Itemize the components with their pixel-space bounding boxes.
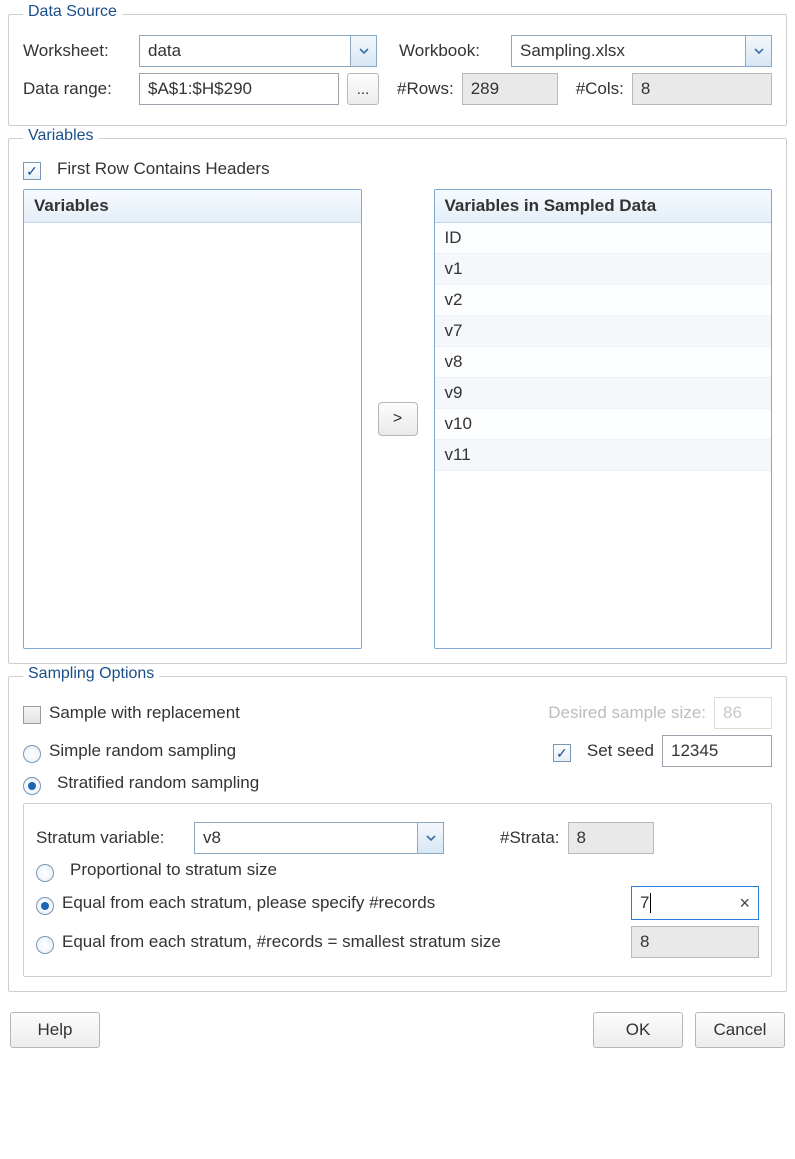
equal-specify-label: Equal from each stratum, please specify … <box>62 893 435 913</box>
set-seed-label: Set seed <box>587 741 654 761</box>
list-item[interactable]: v9 <box>435 378 772 409</box>
desired-size-input: 86 <box>714 697 772 729</box>
stratified-radio[interactable] <box>23 777 41 795</box>
workbook-combo[interactable]: Sampling.xlsx <box>511 35 772 67</box>
replacement-label: Sample with replacement <box>49 703 240 723</box>
chevron-down-icon[interactable] <box>745 36 771 66</box>
cols-display: 8 <box>632 73 772 105</box>
worksheet-value: data <box>140 36 350 66</box>
equal-smallest-value: 8 <box>640 932 649 952</box>
rows-display: 289 <box>462 73 558 105</box>
cols-value: 8 <box>641 79 650 99</box>
headers-checkbox[interactable]: ✓ <box>23 162 41 180</box>
proportional-radio[interactable] <box>36 864 54 882</box>
data-source-group: Data Source Worksheet: data Workbook: Sa… <box>8 14 787 126</box>
variables-list[interactable]: Variables <box>23 189 362 649</box>
headers-checkbox-label: First Row Contains Headers <box>57 159 270 179</box>
footer: Help OK Cancel <box>6 1004 789 1052</box>
equal-specify-radio[interactable] <box>36 897 54 915</box>
equal-smallest-radio[interactable] <box>36 936 54 954</box>
rows-label: #Rows: <box>397 79 454 99</box>
list-item[interactable]: v8 <box>435 347 772 378</box>
seed-input[interactable]: 12345 <box>662 735 772 767</box>
stratum-var-combo[interactable]: v8 <box>194 822 444 854</box>
cols-label: #Cols: <box>576 79 624 99</box>
num-strata-label: #Strata: <box>500 828 560 848</box>
sampled-variables-body[interactable]: IDv1v2v7v8v9v10v11 <box>435 223 772 648</box>
replacement-checkbox[interactable] <box>23 706 41 724</box>
num-strata-value: 8 <box>577 828 586 848</box>
variables-list-body[interactable] <box>24 223 361 648</box>
seed-value: 12345 <box>671 741 718 761</box>
simple-random-label: Simple random sampling <box>49 741 236 761</box>
equal-specify-value: 7 <box>640 893 649 912</box>
list-item[interactable]: ID <box>435 223 772 254</box>
browse-range-button[interactable]: ... <box>347 73 379 105</box>
stratified-label: Stratified random sampling <box>57 773 259 793</box>
chevron-down-icon[interactable] <box>350 36 376 66</box>
equal-specify-input[interactable]: 7 × <box>631 886 759 920</box>
check-icon: ✓ <box>556 746 568 760</box>
stratified-panel: Stratum variable: v8 #Strata: 8 Proporti… <box>23 803 772 977</box>
variables-group: Variables ✓ First Row Contains Headers V… <box>8 138 787 664</box>
radio-dot-icon <box>28 782 36 790</box>
move-right-button[interactable]: > <box>378 402 418 436</box>
clear-icon[interactable]: × <box>739 893 750 914</box>
data-range-input[interactable]: $A$1:$H$290 <box>139 73 339 105</box>
stratum-var-label: Stratum variable: <box>36 828 186 848</box>
list-item[interactable]: v1 <box>435 254 772 285</box>
variables-list-header: Variables <box>24 190 361 223</box>
proportional-label: Proportional to stratum size <box>70 860 277 880</box>
num-strata-display: 8 <box>568 822 654 854</box>
help-button[interactable]: Help <box>10 1012 100 1048</box>
sampling-options-group: Sampling Options Sample with replacement… <box>8 676 787 992</box>
worksheet-label: Worksheet: <box>23 41 131 61</box>
sampled-variables-list[interactable]: Variables in Sampled Data IDv1v2v7v8v9v1… <box>434 189 773 649</box>
list-item[interactable]: v10 <box>435 409 772 440</box>
ok-button[interactable]: OK <box>593 1012 683 1048</box>
data-range-label: Data range: <box>23 79 131 99</box>
list-item[interactable]: v2 <box>435 285 772 316</box>
variables-title: Variables <box>23 127 99 145</box>
desired-size-value: 86 <box>723 703 742 723</box>
cancel-button[interactable]: Cancel <box>695 1012 785 1048</box>
data-source-title: Data Source <box>23 3 122 21</box>
check-icon: ✓ <box>26 164 38 178</box>
sampled-variables-header: Variables in Sampled Data <box>435 190 772 223</box>
text-cursor <box>650 893 651 913</box>
chevron-down-icon[interactable] <box>417 823 443 853</box>
stratum-var-value: v8 <box>195 823 417 853</box>
desired-size-label: Desired sample size: <box>548 703 706 723</box>
equal-smallest-label: Equal from each stratum, #records = smal… <box>62 932 501 952</box>
radio-dot-icon <box>41 902 49 910</box>
workbook-label: Workbook: <box>399 41 503 61</box>
rows-value: 289 <box>471 79 499 99</box>
simple-random-radio[interactable] <box>23 745 41 763</box>
list-item[interactable]: v7 <box>435 316 772 347</box>
list-item[interactable]: v11 <box>435 440 772 471</box>
sampling-options-title: Sampling Options <box>23 665 159 683</box>
set-seed-checkbox[interactable]: ✓ <box>553 744 571 762</box>
equal-smallest-display: 8 <box>631 926 759 958</box>
worksheet-combo[interactable]: data <box>139 35 377 67</box>
workbook-value: Sampling.xlsx <box>512 36 745 66</box>
data-range-value: $A$1:$H$290 <box>148 79 252 99</box>
